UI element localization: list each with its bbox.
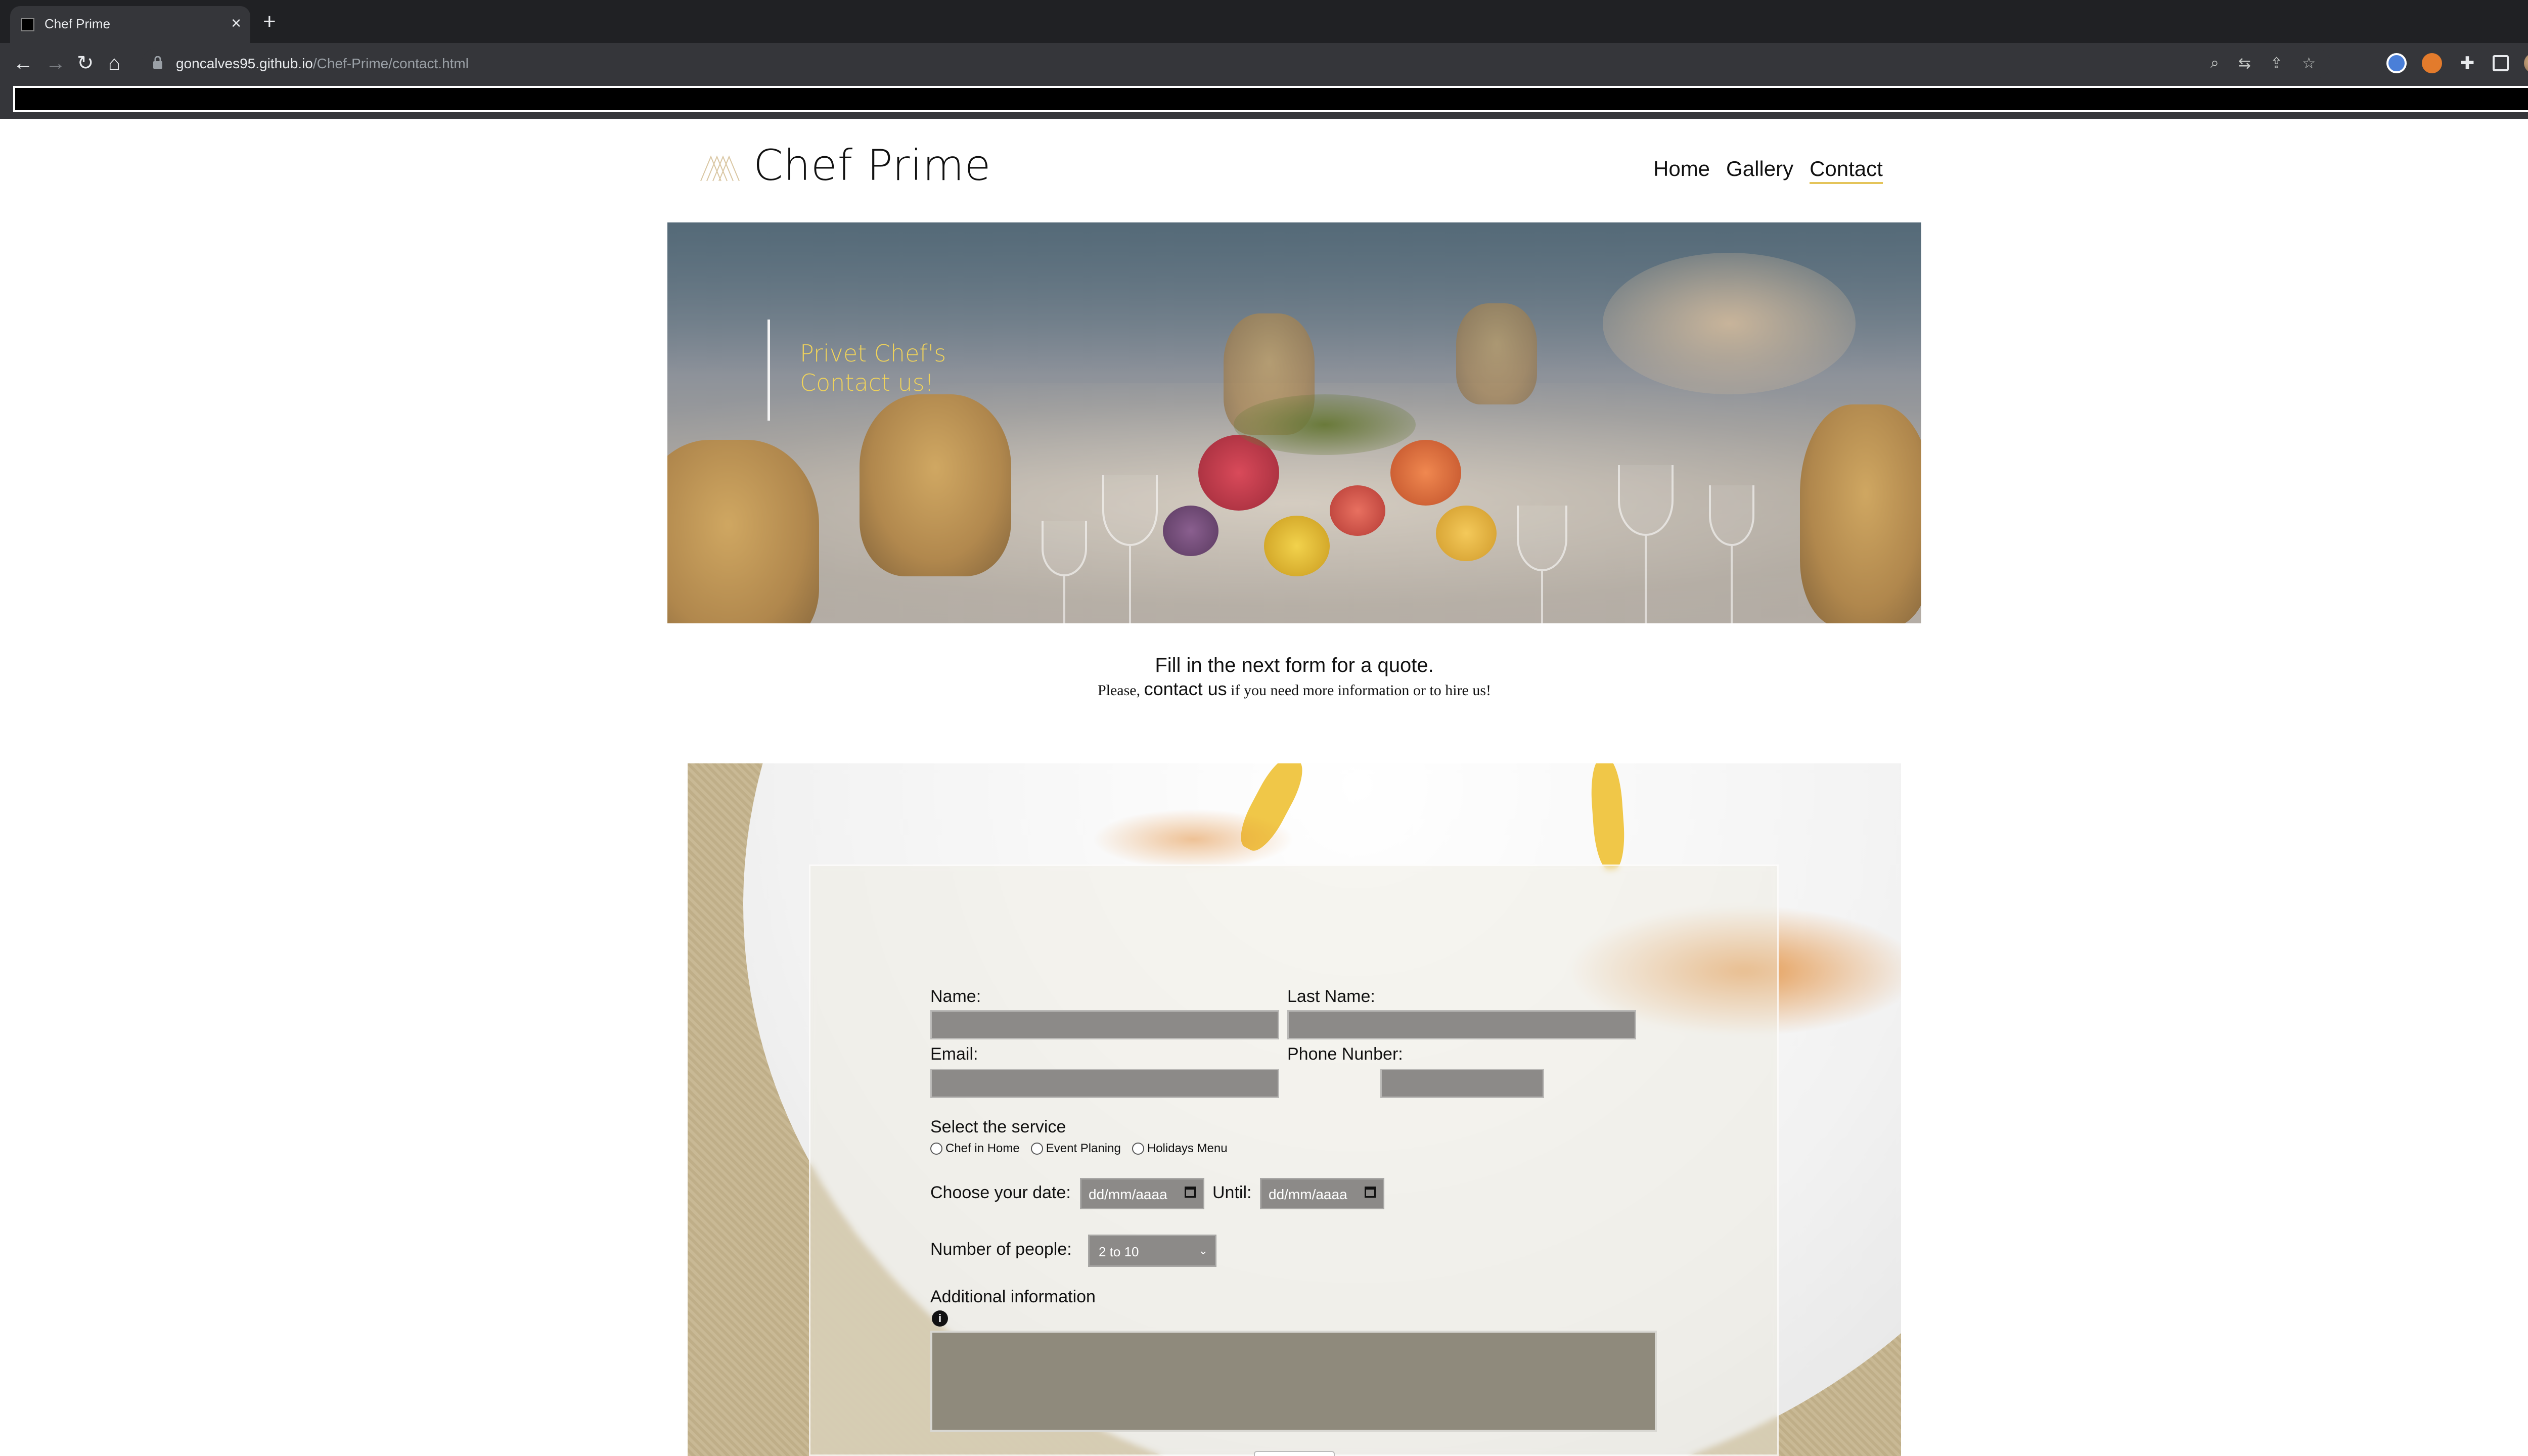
tab-title: Chef Prime xyxy=(44,16,111,31)
hero-accent-bar xyxy=(768,320,770,421)
service-radio-holidays-menu[interactable] xyxy=(1132,1143,1144,1155)
calendar-icon[interactable] xyxy=(1185,1187,1196,1198)
chef-prime-logo-icon xyxy=(700,155,740,181)
wine-glass xyxy=(1618,465,1674,536)
name-label: Name: xyxy=(930,987,981,1006)
brand-name[interactable]: Chef Prime xyxy=(753,141,991,190)
additional-info-label: Additional information xyxy=(930,1287,1096,1306)
hero-title: Privet Chef's xyxy=(800,340,946,367)
side-panel-icon[interactable] xyxy=(2493,55,2509,71)
calendar-icon[interactable] xyxy=(1365,1187,1376,1198)
service-label: Select the service xyxy=(930,1117,1066,1136)
flower xyxy=(1163,506,1218,556)
back-button[interactable]: ← xyxy=(13,51,33,75)
service-radio-chef-in-home[interactable] xyxy=(930,1143,942,1155)
nav-home[interactable]: Home xyxy=(1653,157,1710,184)
extension-fox-icon[interactable] xyxy=(2422,53,2442,73)
hero-chair xyxy=(1456,303,1537,404)
phone-input[interactable] xyxy=(1380,1069,1544,1098)
hero-chair xyxy=(667,440,819,623)
hero-chair xyxy=(1800,404,1921,623)
contact-us-link[interactable]: contact us xyxy=(1144,678,1227,699)
last-name-input[interactable] xyxy=(1287,1010,1636,1039)
flower xyxy=(1390,440,1461,506)
email-label: Email: xyxy=(930,1044,978,1064)
browser-tab-strip: Chef Prime × + ⌄ xyxy=(0,0,2528,43)
profile-avatar[interactable] xyxy=(2524,53,2528,73)
bookmark-bar xyxy=(0,83,2528,119)
nav-gallery[interactable]: Gallery xyxy=(1726,157,1793,184)
flower xyxy=(1264,516,1330,576)
lock-icon xyxy=(153,56,162,69)
wine-glass-stem xyxy=(1731,546,1733,623)
wine-glass-stem xyxy=(1541,571,1543,623)
submit-button[interactable] xyxy=(1254,1451,1335,1456)
hero-banner: Privet Chef's Contact us! xyxy=(667,222,1921,623)
address-bar[interactable]: goncalves95.github.io/Chef-Prime/contact… xyxy=(142,48,2331,78)
people-select[interactable]: 2 to 10 ⌄ xyxy=(1088,1235,1216,1267)
service-option-label: Event Planing xyxy=(1046,1142,1121,1155)
share-icon[interactable]: ⇪ xyxy=(2270,55,2283,72)
zoom-icon[interactable]: ⌕ xyxy=(2210,55,2219,72)
service-option-label: Holidays Menu xyxy=(1147,1142,1228,1155)
wine-glass-stem xyxy=(1645,536,1647,623)
nav-contact[interactable]: Contact xyxy=(1810,157,1883,184)
phone-label: Phone Nunber: xyxy=(1287,1044,1403,1064)
wine-glass xyxy=(1517,506,1567,571)
flower xyxy=(1330,485,1385,536)
extensions-puzzle-icon[interactable]: ✚ xyxy=(2457,53,2477,73)
additional-info-textarea[interactable] xyxy=(930,1331,1657,1432)
browser-toolbar: ← → ↻ ⌂ goncalves95.github.io/Chef-Prime… xyxy=(0,43,2528,83)
last-name-label: Last Name: xyxy=(1287,987,1375,1006)
hero-blur xyxy=(1603,253,1856,394)
info-icon[interactable]: i xyxy=(932,1310,948,1327)
people-label: Number of people: xyxy=(930,1240,1072,1259)
wine-glass xyxy=(1042,521,1087,576)
favicon-icon xyxy=(21,18,34,31)
chevron-down-icon: ⌄ xyxy=(1198,1244,1208,1257)
url-text: goncalves95.github.io/Chef-Prime/contact… xyxy=(176,56,469,71)
sauce xyxy=(1092,809,1294,870)
until-label: Until: xyxy=(1212,1183,1252,1202)
translate-icon[interactable]: ⇆ xyxy=(2238,55,2251,72)
service-option-label: Chef in Home xyxy=(945,1142,1020,1155)
reload-button[interactable]: ↻ xyxy=(77,51,94,75)
main-nav: Home Gallery Contact xyxy=(1653,157,1883,184)
flower xyxy=(1436,506,1497,561)
bookmark-star-icon[interactable]: ☆ xyxy=(2302,55,2316,72)
start-date-input[interactable]: dd/mm/aaaa xyxy=(1080,1178,1204,1209)
forward-button[interactable]: → xyxy=(46,51,66,75)
wine-glass xyxy=(1709,485,1754,546)
bookmark-strip xyxy=(13,86,2528,112)
hero-chair xyxy=(860,394,1011,576)
name-input[interactable] xyxy=(930,1010,1279,1039)
hero-subtitle: Contact us! xyxy=(800,369,934,396)
browser-tab[interactable]: Chef Prime × xyxy=(10,6,250,43)
email-input[interactable] xyxy=(930,1069,1279,1098)
tab-close-icon[interactable]: × xyxy=(231,13,241,33)
wine-glass-stem xyxy=(1063,576,1065,623)
extension-translate-icon[interactable] xyxy=(2386,53,2407,73)
wine-glass xyxy=(1102,475,1158,546)
home-button[interactable]: ⌂ xyxy=(108,51,120,75)
wine-glass-stem xyxy=(1129,546,1131,623)
service-radio-event-planing[interactable] xyxy=(1030,1143,1043,1155)
date-label: Choose your date: xyxy=(930,1183,1071,1202)
new-tab-button[interactable]: + xyxy=(263,9,276,34)
contact-note: Please, contact us if you need more info… xyxy=(1097,678,1492,699)
service-options: Chef in Home Event Planing Holidays Menu xyxy=(930,1142,1239,1156)
end-date-input[interactable]: dd/mm/aaaa xyxy=(1260,1178,1384,1209)
quote-intro: Fill in the next form for a quote. xyxy=(1155,654,1434,676)
leaves xyxy=(1234,394,1416,455)
